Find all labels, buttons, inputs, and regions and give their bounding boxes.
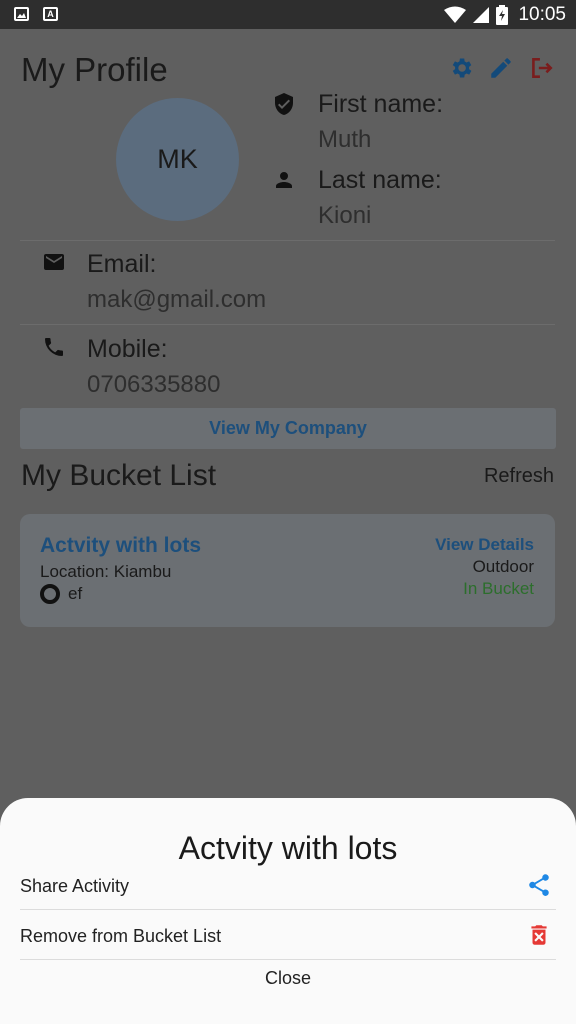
- remove-from-bucket-item[interactable]: Remove from Bucket List: [20, 918, 556, 958]
- image-icon: [14, 7, 29, 21]
- mobile-label: Mobile:: [87, 335, 168, 363]
- email-value: mak@gmail.com: [87, 286, 267, 313]
- divider: [20, 324, 555, 325]
- shield-icon: [275, 93, 293, 115]
- email-label: Email:: [87, 250, 157, 278]
- last-name-label: Last name:: [318, 166, 442, 194]
- pencil-icon[interactable]: [488, 55, 514, 81]
- status-text: ef: [68, 584, 83, 603]
- status-bar: A 10:05: [0, 0, 576, 29]
- top-actions: [448, 55, 554, 81]
- signal-icon: [473, 7, 490, 23]
- share-activity-label: Share Activity: [20, 876, 130, 896]
- first-name-label: First name:: [318, 90, 444, 118]
- mail-icon: [44, 254, 64, 270]
- sheet-title: Actvity with lots: [178, 830, 398, 866]
- activity-type: Outdoor: [472, 557, 534, 576]
- last-name-value: Kioni: [318, 202, 372, 229]
- divider: [20, 959, 556, 960]
- activity-location: Location: Kiambu: [40, 562, 171, 582]
- activity-status: ef: [40, 584, 82, 604]
- logout-icon[interactable]: [528, 55, 554, 81]
- person-icon: [276, 172, 292, 188]
- divider: [20, 909, 556, 910]
- view-details-link[interactable]: View Details: [435, 535, 534, 555]
- close-button[interactable]: Close: [0, 968, 576, 989]
- share-icon[interactable]: [526, 872, 552, 898]
- bottom-sheet: Actvity with lots Share Activity Remove …: [0, 798, 576, 1024]
- divider: [20, 240, 555, 241]
- system-icons: 10:05: [444, 4, 566, 26]
- mobile-value: 0706335880: [87, 371, 221, 398]
- bucket-status-badge: In Bucket: [463, 579, 534, 598]
- font-icon: A: [43, 7, 58, 21]
- avatar: MK: [116, 98, 239, 221]
- bucket-activity-card[interactable]: Actvity with lots Location: Kiambu ef Vi…: [20, 514, 555, 627]
- battery-icon: [496, 5, 509, 25]
- view-company-button[interactable]: View My Company: [20, 408, 556, 449]
- clock: 10:05: [518, 4, 566, 25]
- gear-icon[interactable]: [448, 55, 474, 81]
- ring-icon: [40, 584, 60, 604]
- bucket-list-title: My Bucket List: [21, 459, 217, 492]
- first-name-value: Muth: [318, 126, 372, 153]
- activity-title: Actvity with lots: [40, 534, 202, 557]
- page-title: My Profile: [21, 51, 168, 88]
- share-activity-item[interactable]: Share Activity: [20, 868, 556, 908]
- wifi-icon: [444, 6, 467, 23]
- notification-icons: A: [14, 7, 58, 21]
- trash-icon[interactable]: [526, 922, 552, 948]
- refresh-button[interactable]: Refresh: [484, 465, 554, 488]
- location-label: Location:: [40, 562, 109, 581]
- phone-icon: [45, 338, 63, 356]
- remove-from-bucket-label: Remove from Bucket List: [20, 926, 222, 946]
- avatar-initials: MK: [157, 144, 198, 174]
- location-value: Kiambu: [113, 562, 172, 581]
